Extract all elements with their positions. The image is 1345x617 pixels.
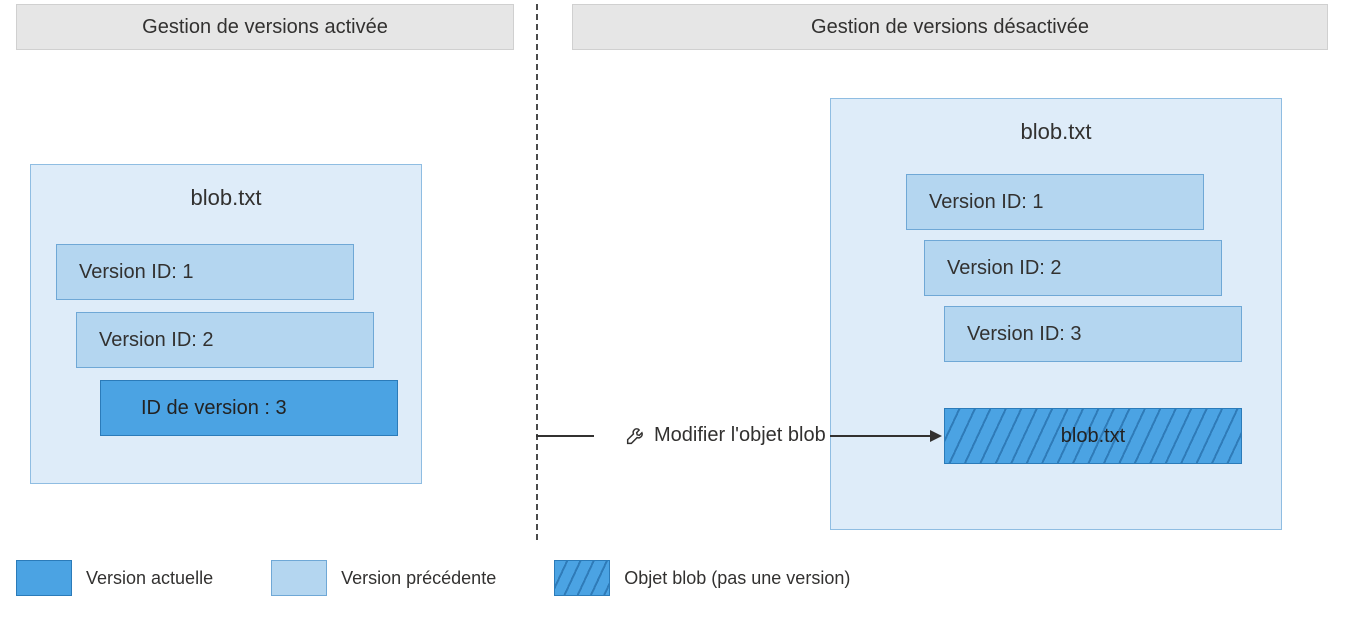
header-disabled-label: Gestion de versions désactivée (811, 16, 1089, 39)
legend-item-current: Version actuelle (16, 560, 213, 596)
legend-label-previous: Version précédente (341, 568, 496, 589)
legend-swatch-blob (554, 560, 610, 596)
right-blob-title: blob.txt (831, 119, 1281, 145)
legend: Version actuelle Version précédente Obje… (16, 560, 888, 596)
right-version-2: Version ID: 2 (924, 240, 1222, 296)
left-version-1: Version ID: 1 (56, 244, 354, 300)
modify-action: Modifier l'objet blob (624, 424, 826, 447)
legend-item-blob: Objet blob (pas une version) (554, 560, 850, 596)
right-version-1-label: Version ID: 1 (929, 191, 1044, 214)
left-version-3-label: ID de version : 3 (141, 397, 287, 420)
legend-swatch-previous (271, 560, 327, 596)
right-version-3-label: Version ID: 3 (967, 323, 1082, 346)
header-enabled-label: Gestion de versions activée (142, 16, 388, 39)
left-version-1-label: Version ID: 1 (79, 261, 194, 284)
left-version-2: Version ID: 2 (76, 312, 374, 368)
left-blob-title: blob.txt (31, 185, 421, 211)
right-version-2-label: Version ID: 2 (947, 257, 1062, 280)
legend-swatch-current (16, 560, 72, 596)
arrow-to-blob (830, 435, 940, 437)
left-version-2-label: Version ID: 2 (99, 329, 214, 352)
legend-label-blob: Objet blob (pas une version) (624, 568, 850, 589)
right-version-1: Version ID: 1 (906, 174, 1204, 230)
legend-item-previous: Version précédente (271, 560, 496, 596)
right-version-3: Version ID: 3 (944, 306, 1242, 362)
divider-branch-line (536, 435, 594, 437)
header-versioning-disabled: Gestion de versions désactivée (572, 4, 1328, 50)
wrench-icon (624, 425, 646, 447)
right-blob-object-label: blob.txt (1061, 425, 1125, 448)
modify-action-label: Modifier l'objet blob (654, 424, 826, 447)
right-blob-object: blob.txt (944, 408, 1242, 464)
panel-divider (536, 4, 538, 540)
legend-label-current: Version actuelle (86, 568, 213, 589)
header-versioning-enabled: Gestion de versions activée (16, 4, 514, 50)
left-version-3-current: ID de version : 3 (100, 380, 398, 436)
